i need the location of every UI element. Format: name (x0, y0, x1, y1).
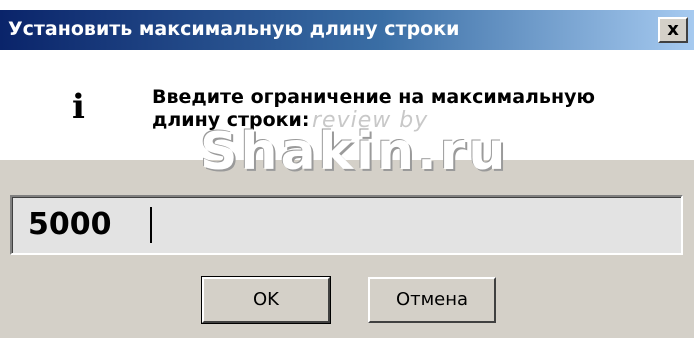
close-icon: x (667, 19, 679, 40)
input-value: 5000 (28, 207, 112, 242)
length-limit-input[interactable]: 5000 (10, 195, 683, 255)
title-bar[interactable]: Установить максимальную длину строки x (0, 10, 694, 50)
window-title: Установить максимальную длину строки (8, 18, 460, 40)
dialog-window: Установить максимальную длину строки x i… (0, 0, 694, 338)
cancel-button[interactable]: Отмена (368, 277, 496, 323)
close-button[interactable]: x (658, 17, 688, 43)
ok-button[interactable]: OK (201, 276, 331, 324)
info-icon: i (72, 87, 85, 127)
watermark-site: Shakin.ru (200, 122, 509, 182)
text-caret (150, 207, 152, 243)
